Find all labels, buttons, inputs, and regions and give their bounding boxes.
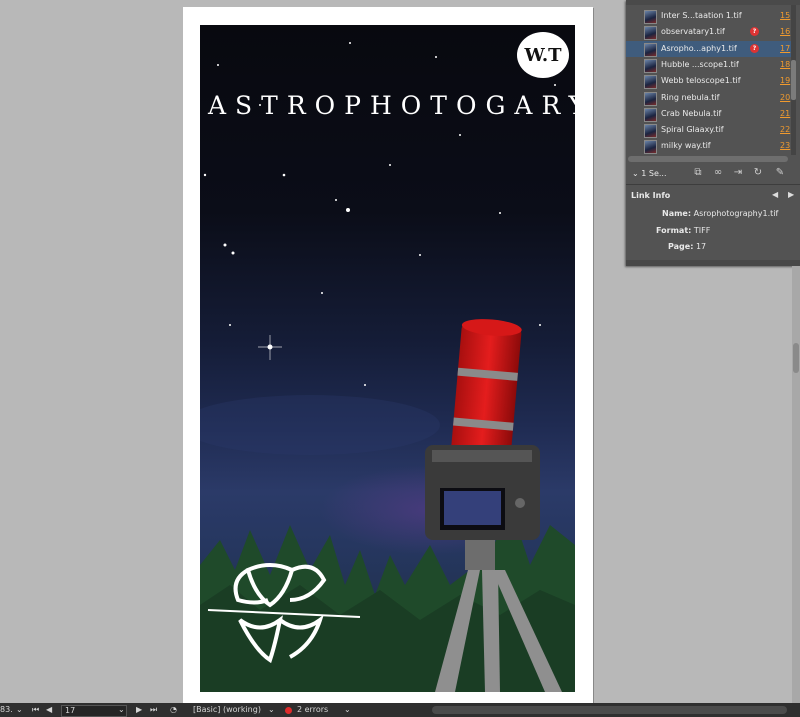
link-name: Spiral Glaaxy.tif — [661, 125, 724, 135]
link-item[interactable]: observatary1.tif? 16 — [626, 24, 796, 41]
zoom-level[interactable]: 83. — [0, 705, 13, 714]
link-name: Webb teloscope1.tif — [661, 76, 741, 86]
link-info-page: Page: 17 — [668, 242, 707, 251]
link-page-number[interactable]: 17 — [780, 44, 790, 53]
link-item[interactable]: milky way.tif 23 — [626, 138, 796, 155]
link-page-number[interactable]: 16 — [780, 27, 790, 36]
link-page-number[interactable]: 23 — [780, 141, 790, 150]
cover-artwork[interactable]: W.T ASTROPHOTOGARY — [200, 25, 575, 692]
link-page-number[interactable]: 21 — [780, 109, 790, 118]
link-thumbnail — [644, 58, 657, 73]
preflight-profile[interactable]: [Basic] (working) — [193, 705, 261, 714]
go-to-link-icon[interactable]: ⇥ — [732, 167, 744, 179]
link-thumbnail — [644, 91, 657, 106]
links-horizontal-scrollbar[interactable] — [628, 156, 788, 162]
night-sky-illustration — [200, 42, 575, 692]
cloud-band — [200, 395, 440, 455]
link-page-number[interactable]: 15 — [780, 11, 790, 20]
link-item[interactable]: Inter S...taation 1.tif 15 — [626, 8, 796, 24]
cover-title: ASTROPHOTOGARY — [208, 91, 575, 120]
document-vertical-scrollbar[interactable] — [792, 266, 800, 703]
camera — [425, 445, 540, 540]
link-name: Inter S...taation 1.tif — [661, 11, 742, 20]
scroll-thumb[interactable] — [793, 343, 799, 373]
selection-count[interactable]: ⌄ 1 Se... — [632, 169, 667, 178]
zoom-menu-icon[interactable]: ⌄ — [16, 705, 23, 714]
link-name: milky way.tif — [661, 141, 711, 151]
horizontal-scrollbar[interactable] — [432, 706, 787, 714]
update-link-icon[interactable]: ↻ — [752, 167, 764, 179]
link-thumbnail — [644, 124, 657, 139]
link-item[interactable]: Crab Nebula.tif 21 — [626, 106, 796, 122]
error-status-icon — [285, 707, 292, 714]
link-name: Ring nebula.tif — [661, 92, 720, 102]
previous-page-icon[interactable]: ◀ — [46, 705, 52, 714]
modified-warning-icon[interactable]: ? — [750, 43, 759, 53]
previous-link-icon[interactable]: ◀ — [772, 190, 778, 199]
link-thumbnail — [644, 140, 657, 155]
next-link-icon[interactable]: ▶ — [788, 190, 794, 199]
link-info-header[interactable]: Link Info ◀ ▶ — [626, 188, 800, 204]
link-page-number[interactable]: 22 — [780, 125, 790, 134]
link-page-number[interactable]: 20 — [780, 93, 790, 102]
panel-bottom-edge[interactable] — [626, 260, 800, 266]
link-thumbnail — [644, 107, 657, 122]
preflight-icon[interactable]: ◔ — [170, 705, 177, 714]
link-thumbnail — [644, 10, 657, 24]
link-info-name: Name: Asrophotography1.tif — [662, 209, 779, 218]
relink-from-cc-icon[interactable]: ⧉ — [692, 167, 704, 179]
status-bar: 83. ⌄ ⏮ ◀ 17 ⌄ ▶ ⏭ ◔ [Basic] (working) ⌄… — [0, 703, 800, 717]
link-info-title: Link Info — [631, 191, 671, 200]
link-info-format: Format: TIFF — [656, 226, 711, 235]
link-page-number[interactable]: 18 — [780, 60, 790, 69]
link-item[interactable]: Spiral Glaaxy.tif 22 — [626, 122, 796, 139]
modified-warning-icon[interactable]: ? — [750, 27, 759, 37]
links-vertical-scrollbar[interactable] — [791, 5, 796, 155]
link-page-number[interactable]: 19 — [780, 76, 790, 85]
link-name: observatary1.tif — [661, 27, 725, 37]
telescope — [450, 319, 522, 463]
links-toolbar: ⌄ 1 Se... ⧉ ∞ ⇥ ↻ ✎ — [626, 164, 800, 185]
link-thumbnail — [644, 26, 657, 41]
page-menu-icon[interactable]: ⌄ — [118, 705, 125, 714]
first-page-icon[interactable]: ⏮ — [32, 705, 39, 715]
edit-original-icon[interactable]: ✎ — [774, 167, 786, 179]
errors-menu-icon[interactable]: ⌄ — [344, 705, 351, 714]
link-thumbnail — [644, 42, 657, 57]
link-name: Crab Nebula.tif — [661, 108, 722, 118]
profile-menu-icon[interactable]: ⌄ — [268, 705, 275, 714]
links-panel: Inter S...taation 1.tif 15 observatary1.ti… — [626, 0, 800, 266]
link-item[interactable]: Asropho...aphy1.tif? 17 — [626, 40, 796, 57]
link-item[interactable]: Ring nebula.tif 20 — [626, 90, 796, 106]
page-number-value: 17 — [65, 706, 76, 715]
link-name: Hubble ...scope1.tif — [661, 59, 739, 69]
relink-icon[interactable]: ∞ — [712, 167, 724, 179]
next-page-icon[interactable]: ▶ — [136, 705, 142, 714]
panel-top-edge — [626, 0, 800, 5]
last-page-icon[interactable]: ⏭ — [150, 705, 157, 715]
wt-badge: W.T — [517, 32, 569, 78]
link-item[interactable]: Hubble ...scope1.tif 18 — [626, 57, 796, 73]
error-count[interactable]: 2 errors — [297, 705, 328, 714]
link-item[interactable]: Webb teloscope1.tif 19 — [626, 73, 796, 90]
link-thumbnail — [644, 75, 657, 90]
scroll-thumb[interactable] — [791, 60, 796, 100]
link-name: Asropho...aphy1.tif — [661, 43, 737, 53]
